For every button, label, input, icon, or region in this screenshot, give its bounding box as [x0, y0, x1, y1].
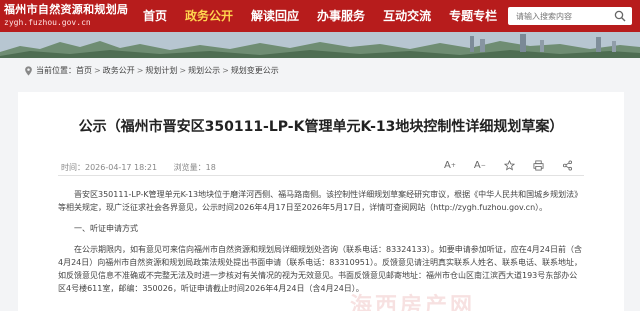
publish-time-label: 时间：: [61, 163, 85, 172]
nav-home[interactable]: 首页: [134, 0, 176, 32]
view-count-label: 浏览量：: [173, 163, 206, 172]
breadcrumb-item-gov-affairs[interactable]: 政务公开: [103, 65, 135, 76]
publish-time-value: 2026-04-17 18:21: [85, 163, 158, 172]
breadcrumb-item-planning-change-notices[interactable]: 规划变更公示: [231, 65, 279, 76]
plus-icon: +: [450, 161, 456, 169]
publish-time: 时间：2026-04-17 18:21: [61, 163, 157, 172]
site-name: 福州市自然资源和规划局: [4, 3, 129, 16]
nav-interaction[interactable]: 互动交流: [374, 0, 440, 32]
view-count-value: 18: [205, 163, 216, 172]
paragraph-hearing: 在公示期限内，如有意见可来信向福州市自然资源和规划局详细规划处咨询（联系电话：8…: [58, 245, 582, 293]
star-icon: [503, 159, 515, 170]
nav-services[interactable]: 办事服务: [308, 0, 374, 32]
breadcrumb-separator: >: [94, 66, 101, 75]
paragraph-intro: 晋安区350111-LP-K管理单元K-13地块位于磨洋河西侧、福马路南侧。该控…: [58, 190, 583, 212]
breadcrumb-prefix: 当前位置：: [36, 66, 76, 75]
site-domain: zygh.fuzhou.gov.cn: [4, 18, 91, 27]
skyline-image: [0, 32, 640, 58]
search-icon[interactable]: [614, 10, 626, 22]
nav-interpretation[interactable]: 解读回应: [242, 0, 308, 32]
breadcrumb-item-planning-notices[interactable]: 规划公示: [188, 65, 220, 76]
font-increase-button[interactable]: A +: [444, 160, 456, 171]
breadcrumb-item-home[interactable]: 首页: [76, 65, 92, 76]
search-input[interactable]: [508, 8, 608, 24]
breadcrumb-separator: >: [222, 66, 229, 75]
breadcrumb-bar: 当前位置： 首页 > 政务公开 > 规划计划 > 规划公示 > 规划变更公示: [0, 58, 640, 84]
article-title: 公示（福州市晋安区350111-LP-K管理单元K-13地块控制性详细规划草案）: [78, 119, 564, 135]
breadcrumb: 当前位置： 首页 > 政务公开 > 规划计划 > 规划公示 > 规划变更公示: [24, 65, 279, 76]
article-card: 公示（福州市晋安区350111-LP-K管理单元K-13地块控制性详细规划草案）…: [18, 92, 624, 311]
breadcrumb-item-planning-plans[interactable]: 规划计划: [145, 65, 177, 76]
breadcrumb-separator: >: [136, 66, 144, 75]
watermark: 海西房产网: [350, 294, 476, 311]
top-navbar: 福州市自然资源和规划局 zygh.fuzhou.gov.cn 首页 政务公开 解…: [0, 0, 640, 32]
nav-government-affairs[interactable]: 政务公开: [176, 0, 242, 32]
font-increase-label: A: [444, 159, 451, 171]
skyline-banner: [0, 32, 640, 58]
view-count: 浏览量：18: [174, 163, 216, 172]
search-box: [508, 7, 632, 25]
section-heading: 一、听证申请方式: [74, 224, 138, 233]
breadcrumb-separator: >: [179, 66, 187, 75]
nav-special-topics[interactable]: 专题专栏: [440, 0, 506, 32]
minus-icon: −: [480, 161, 486, 169]
divider: [58, 175, 584, 176]
favorite-button[interactable]: [503, 159, 515, 171]
site-logo[interactable]: 福州市自然资源和规划局 zygh.fuzhou.gov.cn: [4, 2, 128, 30]
main-nav: 首页 政务公开 解读回应 办事服务 互动交流 专题专栏: [134, 0, 506, 32]
article-meta: 时间：2026-04-17 18:21 浏览量：18: [61, 162, 230, 173]
print-icon: [533, 160, 544, 170]
article-body: 晋安区350111-LP-K管理单元K-13地块位于磨洋河西侧、福马路南侧。该控…: [58, 188, 584, 303]
article-tools: A + A −: [444, 158, 591, 172]
share-button[interactable]: [562, 160, 573, 171]
share-icon: [562, 160, 572, 170]
print-button[interactable]: [533, 160, 544, 171]
location-pin-icon: [25, 65, 32, 76]
font-decrease-label: A: [473, 159, 481, 171]
font-decrease-button[interactable]: A −: [474, 160, 486, 171]
